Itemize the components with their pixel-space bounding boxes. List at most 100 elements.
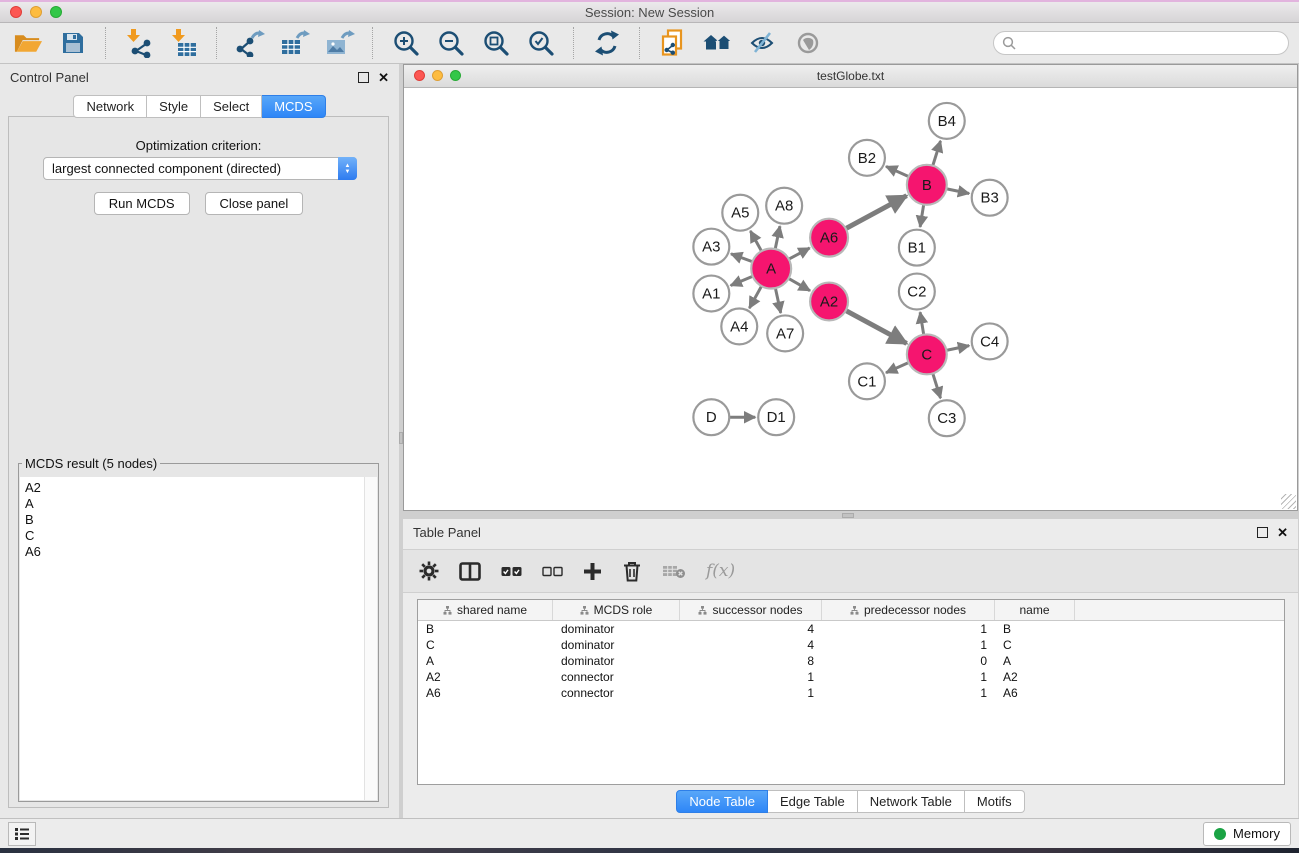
graph-edge-B-B2[interactable]	[886, 166, 910, 177]
zoom-selected-button[interactable]	[523, 26, 559, 60]
table-header-row: shared nameMCDS rolesuccessor nodesprede…	[418, 600, 1284, 621]
mcds-result-item[interactable]: A	[25, 496, 377, 512]
close-table-panel-icon[interactable]: ✕	[1277, 526, 1288, 539]
show-graphics-button[interactable]	[790, 26, 826, 60]
graph-edge-A6-B[interactable]	[844, 196, 907, 230]
graph-node-label: A6	[820, 230, 838, 247]
graph-edge-A-A4[interactable]	[749, 284, 762, 308]
tab-node-table[interactable]: Node Table	[676, 790, 768, 813]
graph-edge-C-C3[interactable]	[932, 372, 940, 399]
float-panel-icon[interactable]	[358, 72, 369, 83]
import-network-icon	[125, 28, 153, 58]
network-window-titlebar[interactable]: testGlobe.txt	[404, 65, 1297, 88]
table-row[interactable]: Adominator80A	[418, 653, 1284, 669]
graph-edge-C-C2[interactable]	[920, 312, 924, 336]
column-header-mcds-role[interactable]: MCDS role	[553, 600, 680, 620]
minimize-network-button[interactable]	[432, 70, 443, 81]
table-row[interactable]: A6connector11A6	[418, 685, 1284, 701]
graph-edge-C-C4[interactable]	[944, 346, 969, 351]
graph-edge-B-B3[interactable]	[944, 188, 969, 193]
zoom-network-button[interactable]	[450, 70, 461, 81]
zoom-out-button[interactable]	[433, 26, 469, 60]
table-toolbar: f(x)	[403, 549, 1298, 593]
tab-select[interactable]: Select	[201, 95, 262, 118]
mcds-result-item[interactable]: A2	[25, 480, 377, 496]
mcds-result-item[interactable]: B	[25, 512, 377, 528]
search-input[interactable]	[1021, 35, 1280, 51]
tab-network-table[interactable]: Network Table	[858, 790, 965, 813]
table-cell: A6	[418, 686, 553, 700]
window-resize-grip[interactable]	[1281, 494, 1296, 509]
desktop-pane: testGlobe.txt B4B2BB3A8A5A6A3B1AA1C2A2A4…	[399, 64, 1299, 818]
table-settings-button[interactable]	[419, 561, 439, 581]
graph-edge-A-A8[interactable]	[775, 226, 780, 251]
graph-edge-A-A2[interactable]	[787, 277, 810, 290]
zoom-fit-button[interactable]	[478, 26, 514, 60]
column-header-successor-nodes[interactable]: successor nodes	[680, 600, 822, 620]
import-network-button[interactable]	[121, 26, 157, 60]
column-header-predecessor-nodes[interactable]: predecessor nodes	[822, 600, 995, 620]
close-panel-button[interactable]: Close panel	[205, 192, 304, 215]
gear-icon	[419, 561, 439, 581]
criterion-dropdown[interactable]: largest connected component (directed) ▲…	[43, 157, 357, 180]
graph-edge-A-A7[interactable]	[775, 286, 781, 313]
select-all-icon	[501, 566, 522, 577]
result-scrollbar[interactable]	[364, 477, 377, 800]
search-box[interactable]	[993, 31, 1289, 55]
tab-network[interactable]: Network	[73, 95, 147, 118]
graph-edge-B-B1[interactable]	[920, 203, 924, 227]
graph-edge-A-A1[interactable]	[731, 275, 755, 285]
column-header-name[interactable]: name	[995, 600, 1075, 620]
zoom-in-button[interactable]	[388, 26, 424, 60]
save-session-button[interactable]	[55, 26, 91, 60]
memory-button[interactable]: Memory	[1203, 822, 1291, 846]
refresh-layout-button[interactable]	[589, 26, 625, 60]
table-row[interactable]: Cdominator41C	[418, 637, 1284, 653]
vertical-splitter-grip[interactable]	[399, 432, 403, 444]
add-column-button[interactable]	[583, 562, 602, 581]
table-row[interactable]: A2connector11A2	[418, 669, 1284, 685]
open-session-button[interactable]	[10, 26, 46, 60]
import-table-button[interactable]	[166, 26, 202, 60]
select-all-button[interactable]	[501, 566, 522, 577]
close-panel-icon[interactable]: ✕	[378, 71, 389, 84]
column-header-shared-name[interactable]: shared name	[418, 600, 553, 620]
graph-edge-A-A3[interactable]	[731, 254, 754, 263]
delete-table-button[interactable]	[662, 563, 686, 579]
export-network-button[interactable]	[232, 26, 268, 60]
tab-style[interactable]: Style	[147, 95, 201, 118]
function-builder-button[interactable]: f(x)	[706, 561, 735, 581]
titlebar: Session: New Session	[0, 2, 1299, 23]
search-icon	[1002, 36, 1016, 50]
tab-mcds[interactable]: MCDS	[262, 95, 325, 118]
delete-table-icon	[662, 563, 686, 579]
close-network-button[interactable]	[414, 70, 425, 81]
horizontal-splitter-grip[interactable]	[842, 513, 854, 518]
delete-column-button[interactable]	[622, 561, 642, 582]
criterion-value: largest connected component (directed)	[44, 161, 338, 176]
run-mcds-button[interactable]: Run MCDS	[94, 192, 190, 215]
network-window-controls	[414, 70, 461, 81]
graph-node-label: A3	[702, 239, 720, 256]
export-image-button[interactable]	[322, 26, 358, 60]
deselect-all-button[interactable]	[542, 566, 563, 577]
graph-edge-A-A5[interactable]	[750, 231, 762, 253]
home-button[interactable]	[700, 26, 736, 60]
graph-edge-A2-C[interactable]	[844, 310, 907, 344]
mcds-result-item[interactable]: A6	[25, 544, 377, 560]
graph-edge-C-C1[interactable]	[886, 362, 910, 373]
table-row[interactable]: Bdominator41B	[418, 621, 1284, 637]
hide-unhide-button[interactable]	[745, 26, 781, 60]
tab-edge-table[interactable]: Edge Table	[768, 790, 858, 813]
network-canvas[interactable]: B4B2BB3A8A5A6A3B1AA1C2A2A4A7C4CC1C3DD1	[404, 88, 1297, 510]
table-cell: 4	[680, 622, 822, 636]
export-table-button[interactable]	[277, 26, 313, 60]
graph-edge-A-A6[interactable]	[787, 248, 810, 260]
show-columns-button[interactable]	[459, 562, 481, 581]
float-table-panel-icon[interactable]	[1257, 527, 1268, 538]
mcds-result-item[interactable]: C	[25, 528, 377, 544]
graph-edge-B-B4[interactable]	[932, 141, 940, 168]
task-history-button[interactable]	[8, 822, 36, 846]
tab-motifs[interactable]: Motifs	[965, 790, 1025, 813]
new-network-from-selection-button[interactable]	[655, 26, 691, 60]
